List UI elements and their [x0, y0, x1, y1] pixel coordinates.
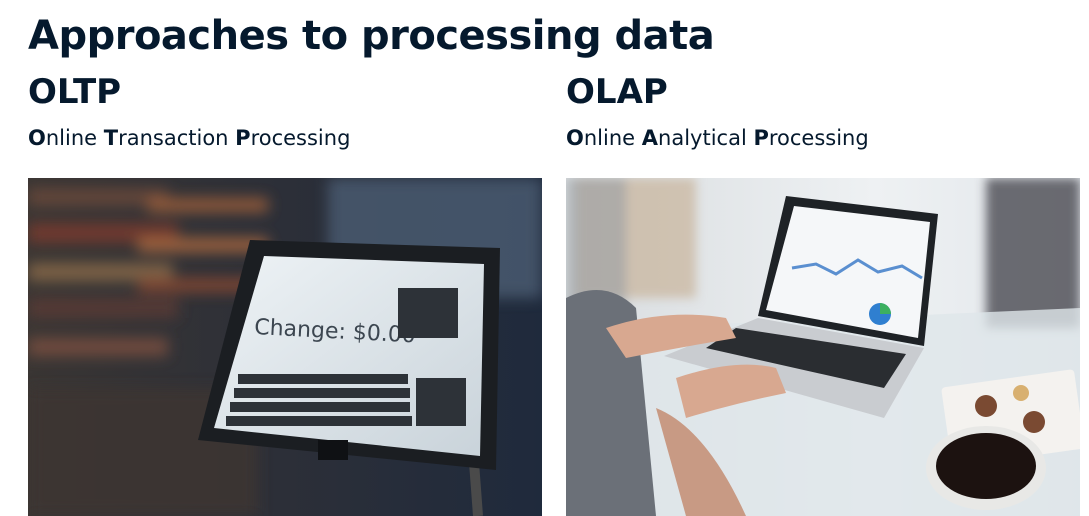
oltp-photo: Change: $0.00 [28, 178, 542, 516]
name-segment: rocessing [250, 126, 351, 150]
name-segment: rocessing [768, 126, 869, 150]
initial-letter: O [566, 126, 584, 150]
oltp-title: OLTP [28, 72, 122, 112]
initial-letter: A [641, 126, 659, 150]
initial-letter: O [28, 126, 46, 150]
initial-letter: P [235, 126, 251, 150]
name-segment: nline [45, 126, 104, 150]
olap-photo [566, 178, 1080, 516]
name-segment: ransaction [118, 126, 236, 150]
olap-title: OLAP [566, 72, 668, 112]
initial-letter: T [103, 126, 119, 150]
page-title: Approaches to processing data [28, 13, 715, 59]
name-segment: nline [583, 126, 642, 150]
oltp-full-name: Online Transaction Processing [28, 123, 350, 153]
name-segment: nalytical [658, 126, 754, 150]
olap-full-name: Online Analytical Processing [566, 123, 869, 153]
initial-letter: P [753, 126, 769, 150]
